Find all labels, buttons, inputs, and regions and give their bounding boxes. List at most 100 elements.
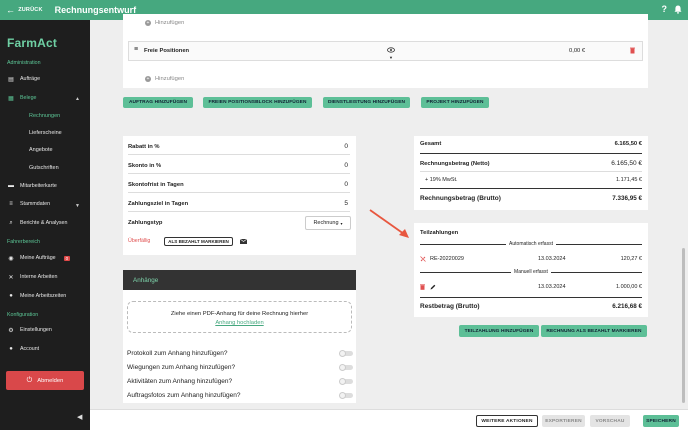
skonto-input[interactable]: 0 xyxy=(344,162,348,169)
payment-type-value: Rechnung xyxy=(313,220,339,226)
sidebar-item-label: Meine Arbeitszeiten xyxy=(20,293,67,299)
add-position-top[interactable]: + Hinzufügen xyxy=(145,20,184,26)
file-dropzone[interactable]: Ziehe einen PDF-Anhang für deine Rechnun… xyxy=(127,301,352,333)
skonto-deadline-label: Skontofrist in Tagen xyxy=(128,181,184,188)
payment-terms-card: Rabatt in % 0 Skonto in % 0 Skontofrist … xyxy=(123,136,356,255)
add-position[interactable]: + Hinzufügen xyxy=(145,76,184,82)
sidebar-item-label: Meine Aufträge xyxy=(20,255,56,261)
sidebar-item-stammdaten[interactable]: ≡ Stammdaten xyxy=(8,201,50,207)
eye-icon[interactable] xyxy=(387,47,395,53)
add-free-block-button[interactable]: FREIEN POSITIONSBLOCK HINZUFÜGEN xyxy=(203,97,312,108)
add-service-button[interactable]: DIENSTLEISTUNG HINZUFÜGEN xyxy=(323,97,410,108)
trash-icon[interactable] xyxy=(630,47,635,54)
block-amount: 0,00 € xyxy=(569,48,586,54)
help-icon[interactable]: ? xyxy=(662,4,668,14)
sidebar-item-rechnungen[interactable]: Rechnungen xyxy=(29,113,60,119)
chevron-down-icon[interactable]: ▼ xyxy=(75,203,80,209)
sidebar-item-meine-arbeitszeiten[interactable]: ● Meine Arbeitszeiten xyxy=(8,293,66,299)
total-label: Gesamt xyxy=(420,141,442,147)
export-button[interactable]: EXPORTIEREN xyxy=(542,415,585,427)
gear-icon: ⚙ xyxy=(8,327,14,334)
payment-type-label: Zahlungstyp xyxy=(128,220,163,226)
database-icon: ≡ xyxy=(9,201,13,207)
vat-row: + 19% MwSt. 1.171,45 € xyxy=(425,177,642,183)
activities-toggle[interactable] xyxy=(339,378,353,385)
skonto-deadline-input[interactable]: 0 xyxy=(344,181,348,188)
skonto-row: Skonto in % 0 xyxy=(128,162,348,169)
total-value: 6.165,50 € xyxy=(614,141,642,147)
bottom-action-bar: WEITERE AKTIONEN EXPORTIEREN VORSCHAU SP… xyxy=(90,409,688,430)
drag-handle-icon[interactable]: ≡ xyxy=(134,46,138,53)
vat-value: 1.171,45 € xyxy=(616,177,642,183)
sidebar-item-interne-arbeiten[interactable]: ✕ Interne Arbeiten xyxy=(8,274,58,281)
tools-icon: ✕ xyxy=(8,274,14,281)
partial-row-auto: RE-20220029 13.03.2024 120,27 € xyxy=(420,256,642,262)
sidebar-item-label: Stammdaten xyxy=(20,201,51,207)
attachments-card: Anhänge Ziehe einen PDF-Anhang für deine… xyxy=(123,270,356,403)
payment-term-input[interactable]: 5 xyxy=(344,200,348,207)
add-order-button[interactable]: AUFTRAG HINZUFÜGEN xyxy=(123,97,193,108)
partial-payments-card: Teilzahlungen Automatisch erfasst RE-202… xyxy=(414,223,648,317)
option-activities: Aktivitäten zum Anhang hinzufügen? xyxy=(127,378,353,385)
trash-icon[interactable] xyxy=(420,284,425,290)
mark-paid-small-button[interactable]: ALS BEZAHLT MARKIEREN xyxy=(164,237,233,246)
skonto-label: Skonto in % xyxy=(128,162,162,169)
mark-invoice-paid-button[interactable]: RECHNUNG ALS BEZAHLT MARKIEREN xyxy=(541,325,647,337)
power-icon: ⏻ xyxy=(26,376,33,384)
sidebar-item-angebote[interactable]: Angebote xyxy=(29,147,53,153)
manual-label: Manuell erfasst xyxy=(511,269,551,275)
caret-down-icon[interactable]: ▼ xyxy=(389,55,393,60)
sidebar-item-lieferscheine[interactable]: Lieferscheine xyxy=(29,130,62,136)
count-badge: 0 xyxy=(63,255,71,261)
sidebar-item-auftraege[interactable]: ▤ Aufträge xyxy=(8,76,40,83)
sidebar-item-label: Mitarbeiterkarte xyxy=(20,183,57,189)
photos-toggle[interactable] xyxy=(339,392,353,399)
option-label: Wiegungen zum Anhang hinzufügen? xyxy=(127,364,236,371)
sidebar-item-label: Berichte & Analysen xyxy=(20,220,68,226)
sidebar-item-belege[interactable]: ▦ Belege xyxy=(8,95,37,102)
status-badge: Überfällig xyxy=(128,238,151,244)
save-button[interactable]: SPEICHERN xyxy=(643,415,679,427)
sidebar-item-label: Interne Arbeiten xyxy=(20,274,58,280)
upload-link[interactable]: Anhang hochladen xyxy=(128,320,351,326)
unlink-icon[interactable] xyxy=(420,256,426,262)
discount-input[interactable]: 0 xyxy=(344,143,348,150)
protocol-toggle[interactable] xyxy=(339,350,353,357)
plus-circle-icon: + xyxy=(145,76,151,82)
scrollbar[interactable] xyxy=(682,248,685,403)
annotation-arrow xyxy=(369,209,409,238)
gross-label: Rechnungsbetrag (Brutto) xyxy=(420,195,501,202)
payment-type-select[interactable]: Rechnung ▾ xyxy=(305,216,351,230)
partial-row-manual: 13.03.2024 1.000,00 € xyxy=(420,284,642,290)
rest-value: 6.216,68 € xyxy=(612,303,642,310)
sidebar-item-mitarbeiterkarte[interactable]: ▬ Mitarbeiterkarte xyxy=(8,183,57,189)
sidebar-item-account[interactable]: ● Account xyxy=(8,346,39,352)
more-actions-button[interactable]: WEITERE AKTIONEN xyxy=(476,415,538,427)
pencil-icon[interactable] xyxy=(430,284,436,290)
sidebar-item-einstellungen[interactable]: ⚙ Einstellungen xyxy=(8,327,52,334)
bell-icon[interactable] xyxy=(674,5,682,14)
logout-button[interactable]: ⏻ Abmelden xyxy=(6,371,84,390)
vat-label: + 19% MwSt. xyxy=(425,177,458,183)
sidebar-item-label: Belege xyxy=(20,95,37,101)
plus-circle-icon: + xyxy=(145,20,151,26)
add-project-button[interactable]: PROJEKT HINZUFÜGEN xyxy=(421,97,489,108)
envelope-icon[interactable] xyxy=(240,239,247,244)
gross-row: Rechnungsbetrag (Brutto) 7.336,95 € xyxy=(420,195,642,202)
sidebar-item-meine-auftraege[interactable]: ◉ Meine Aufträge 0 xyxy=(8,255,71,262)
collapse-sidebar-icon[interactable]: ◀ xyxy=(77,413,82,421)
net-row: Rechnungsbetrag (Netto) 6.165,50 € xyxy=(420,160,642,167)
search-icon: ⌕ xyxy=(9,219,13,226)
user-clock-icon: ● xyxy=(9,293,13,299)
weighings-toggle[interactable] xyxy=(339,364,353,371)
preview-button[interactable]: VORSCHAU xyxy=(590,415,630,427)
arrow-left-icon: ← xyxy=(6,4,16,15)
sidebar-item-berichte[interactable]: ⌕ Berichte & Analysen xyxy=(8,219,68,227)
back-button[interactable]: ← ZURÜCK xyxy=(6,4,43,15)
discount-label: Rabatt in % xyxy=(128,143,160,150)
logo: FarmAct xyxy=(7,36,58,50)
sidebar-item-gutschriften[interactable]: Gutschriften xyxy=(29,165,59,171)
chevron-up-icon[interactable]: ▲ xyxy=(75,96,80,102)
sidebar-item-label: Account xyxy=(20,346,40,352)
add-partial-payment-button[interactable]: TEILZAHLUNG HINZUFÜGEN xyxy=(459,325,539,337)
